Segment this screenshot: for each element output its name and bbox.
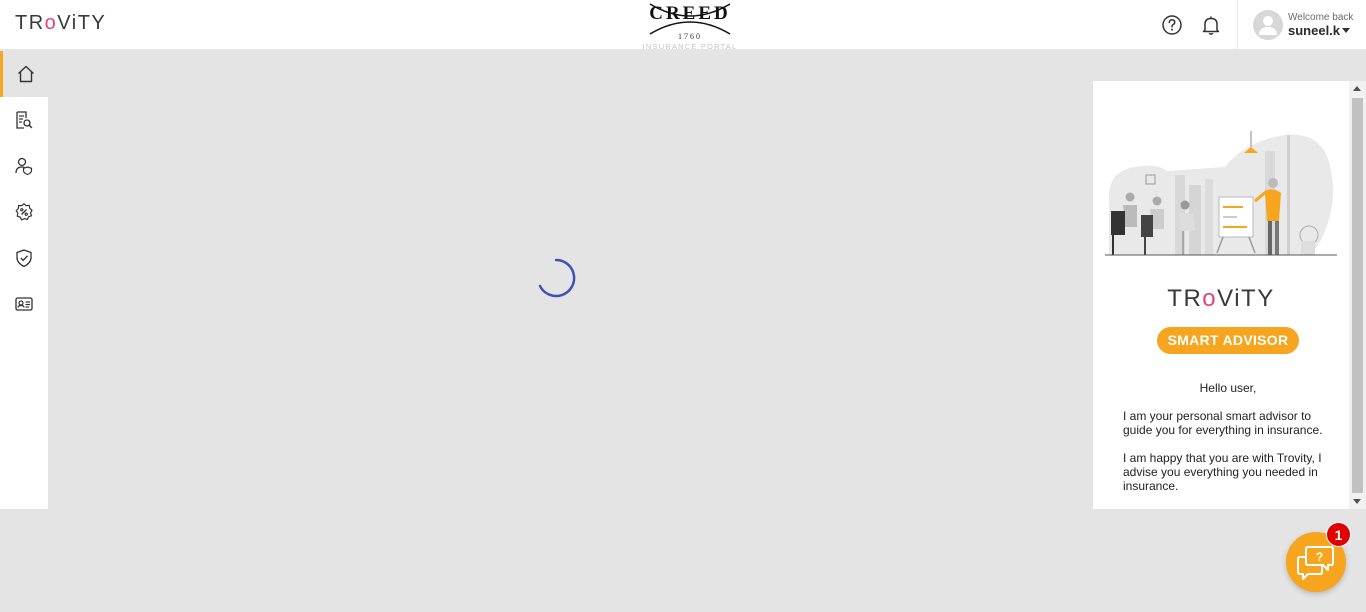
shield-check-icon: [16, 249, 32, 268]
advisor-brand-end: ViTY: [1217, 285, 1275, 312]
user-shield-icon: [15, 157, 33, 176]
chat-notification-badge: 1: [1326, 522, 1351, 547]
header-divider: [1237, 0, 1238, 50]
home-icon: [17, 65, 34, 83]
user-avatar-icon: [1259, 16, 1277, 35]
welcome-text: Welcome back: [1288, 12, 1354, 23]
advisor-paragraph: I am your personal smart advisor to guid…: [1123, 409, 1323, 437]
brand-text-mid: o: [44, 12, 58, 34]
bottom-area: [0, 509, 1366, 612]
sidebar: [0, 51, 48, 509]
advisor-paragraph: I am happy that you are with Trovity, I …: [1123, 451, 1322, 493]
sidebar-item-claims[interactable]: [0, 235, 48, 281]
bell-icon[interactable]: [1200, 14, 1222, 36]
brand-text-start: TR: [15, 12, 45, 34]
trovity-logo[interactable]: TRoViTY: [15, 12, 106, 35]
creed-year: 1760: [678, 32, 702, 41]
brand-text-end: ViTY: [57, 12, 107, 34]
loading-spinner-icon: [538, 258, 576, 298]
advisor-brand-logo: TRoViTY: [1093, 285, 1349, 313]
top-header: TRoViTY CREED 1760 INSURANCE PORTAL Welc…: [0, 0, 1366, 51]
percent-badge-icon: [15, 203, 33, 221]
advisor-brand-start: TR: [1167, 285, 1203, 312]
chevron-down-icon[interactable]: [1342, 28, 1350, 33]
sidebar-item-profile[interactable]: [0, 281, 48, 327]
sidebar-item-offers[interactable]: [0, 189, 48, 235]
scroll-down-arrow-icon[interactable]: [1353, 499, 1361, 504]
sidebar-item-policies[interactable]: [0, 97, 48, 143]
advisor-scrollbar[interactable]: [1349, 81, 1366, 509]
scroll-up-arrow-icon[interactable]: [1353, 86, 1361, 91]
username[interactable]: suneel.k: [1288, 23, 1340, 38]
smart-advisor-panel: TRoViTY SMART ADVISOR Hello user, I am y…: [1093, 81, 1349, 509]
smart-advisor-badge: SMART ADVISOR: [1157, 327, 1299, 354]
portal-subtitle: INSURANCE PORTAL: [642, 42, 738, 51]
id-card-icon: [15, 297, 33, 311]
sidebar-item-home[interactable]: [0, 51, 48, 97]
creed-logo: CREED 1760 INSURANCE PORTAL: [640, 2, 740, 51]
policy-search-icon: [16, 111, 33, 129]
avatar[interactable]: [1253, 10, 1283, 40]
main-content: [48, 51, 1093, 509]
svg-text:?: ?: [1316, 550, 1323, 564]
meeting-illustration: [1105, 131, 1337, 256]
advisor-greeting: Hello user,: [1199, 381, 1257, 395]
creed-wordmark: CREED: [649, 3, 731, 24]
advisor-brand-mid: o: [1202, 285, 1218, 312]
question-circle-icon[interactable]: [1161, 14, 1183, 36]
scroll-thumb[interactable]: [1352, 98, 1363, 493]
sidebar-item-customers[interactable]: [0, 143, 48, 189]
